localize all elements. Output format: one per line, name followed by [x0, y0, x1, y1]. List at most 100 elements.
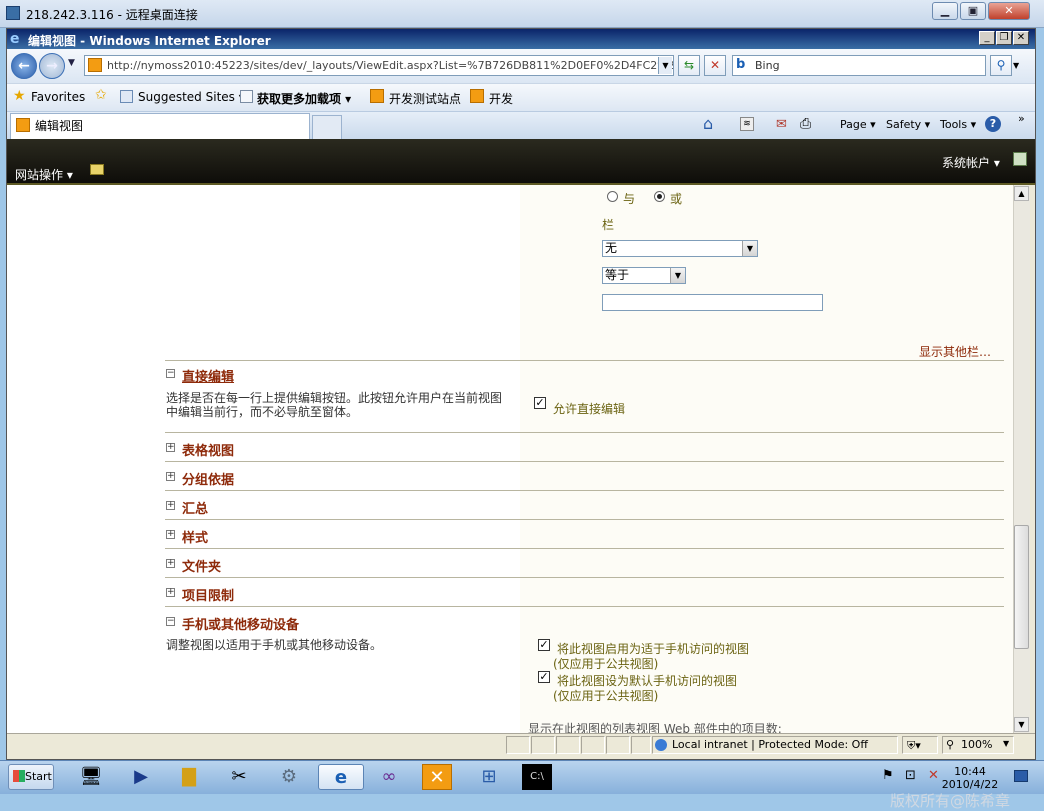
more-addons-link[interactable]: 获取更多加载项 ▾: [257, 90, 351, 107]
vertical-scrollbar[interactable]: [1013, 185, 1030, 733]
divider: [165, 548, 1004, 549]
item-count-text-clip: 显示在此视图的列表视图 Web 部件中的项目数:: [528, 720, 928, 733]
section-group-by[interactable]: 分组依据: [182, 469, 234, 488]
operator-select[interactable]: 等于 ▼: [602, 267, 686, 284]
command-prompt-icon[interactable]: C:\: [522, 764, 552, 790]
new-tab-button[interactable]: [312, 115, 342, 139]
tray-clock[interactable]: 10:44 2010/4/22: [940, 765, 1000, 791]
powershell-icon[interactable]: ▶: [124, 764, 158, 790]
divider: [165, 490, 1004, 491]
toolbox-icon[interactable]: ✕: [422, 764, 452, 790]
tab-edit-view[interactable]: 编辑视图: [10, 113, 310, 139]
ie-close-button[interactable]: ✕: [1013, 31, 1029, 45]
read-mail-icon[interactable]: ✉: [776, 117, 787, 132]
filter-value-input[interactable]: [602, 294, 823, 311]
tab-favicon-icon: [16, 118, 30, 132]
tray-volume-icon[interactable]: ✕: [928, 768, 939, 783]
stop-button[interactable]: ✕: [704, 55, 726, 76]
rdp-restore-button[interactable]: ▣: [960, 2, 986, 20]
allow-inline-edit-checkbox[interactable]: ✓: [534, 397, 546, 409]
and-radio[interactable]: [607, 191, 618, 202]
default-mobile-view-checkbox[interactable]: ✓: [538, 671, 550, 683]
section-folders[interactable]: 文件夹: [182, 556, 221, 575]
dev-test-site-link[interactable]: 开发测试站点: [389, 90, 461, 107]
rdp-minimize-button[interactable]: ▁: [932, 2, 958, 20]
dev-site-link[interactable]: 开发: [489, 90, 513, 107]
security-zone-text: Local intranet | Protected Mode: Off: [672, 738, 868, 751]
zoom-icon: ⚲: [946, 738, 955, 751]
show-more-columns-link[interactable]: 显示其他栏…: [919, 343, 991, 360]
add-favorites-icon[interactable]: ✩: [95, 87, 107, 103]
system-account-menu[interactable]: 系统帐户 ▾: [942, 154, 1000, 171]
desktop-strip: [0, 794, 1044, 810]
services-gear-icon[interactable]: ⚙: [272, 764, 306, 790]
scroll-up-button[interactable]: ▲: [1014, 186, 1029, 201]
or-radio[interactable]: [654, 191, 665, 202]
page-menu[interactable]: Page ▾: [840, 118, 876, 131]
network-icon[interactable]: ⊞: [472, 764, 506, 790]
collapse-icon[interactable]: −: [166, 369, 175, 378]
site-actions-menu[interactable]: 网站操作 ▾: [15, 166, 73, 183]
status-cell: [581, 736, 605, 754]
expand-icon[interactable]: +: [166, 443, 175, 452]
back-button[interactable]: ←: [11, 53, 37, 79]
admin-tools-icon[interactable]: ✂: [222, 764, 256, 790]
zoom-level[interactable]: 100%: [961, 738, 992, 751]
expand-icon[interactable]: +: [166, 530, 175, 539]
scroll-thumb[interactable]: [1014, 525, 1029, 649]
server-manager-icon[interactable]: 🖥: [74, 764, 108, 790]
section-item-limit[interactable]: 项目限制: [182, 585, 234, 604]
refresh-button[interactable]: ⇆: [678, 55, 700, 76]
scroll-down-button[interactable]: ▼: [1014, 717, 1029, 732]
search-input[interactable]: Bing: [732, 55, 986, 76]
inline-edit-heading[interactable]: 直接编辑: [182, 366, 234, 385]
expand-icon[interactable]: +: [166, 588, 175, 597]
home-icon[interactable]: ⌂: [703, 114, 713, 133]
show-desktop-icon[interactable]: [1014, 770, 1028, 782]
divider: [165, 577, 1004, 578]
address-dropdown-icon[interactable]: ▼: [658, 57, 672, 74]
help-icon[interactable]: ?: [985, 116, 1001, 132]
favorites-star-icon: ★: [13, 88, 26, 104]
explorer-folder-icon[interactable]: ▇: [172, 764, 206, 790]
mobile-heading[interactable]: 手机或其他移动设备: [182, 614, 299, 633]
rdp-close-button[interactable]: ✕: [988, 2, 1030, 20]
user-presence-icon[interactable]: [1013, 152, 1027, 166]
internet-explorer-icon[interactable]: e: [318, 764, 364, 790]
windows-logo-icon: [13, 770, 25, 782]
feeds-icon[interactable]: ≋: [740, 117, 754, 131]
dev-site-icon: [470, 89, 484, 103]
favorites-button[interactable]: Favorites: [31, 90, 85, 104]
expand-icon[interactable]: +: [166, 559, 175, 568]
section-grid-view[interactable]: 表格视图: [182, 440, 234, 459]
zoom-dropdown-icon[interactable]: ▼: [1003, 739, 1009, 748]
field-select[interactable]: 无 ▼: [602, 240, 758, 257]
address-input[interactable]: http://nymoss2010:45223/sites/dev/_layou…: [84, 55, 674, 76]
ie-restore-button[interactable]: ❐: [996, 31, 1012, 45]
tray-network-icon[interactable]: ⊡: [905, 768, 916, 783]
suggested-sites-link[interactable]: Suggested Sites ▾: [138, 90, 245, 104]
clock-time: 10:44: [954, 765, 986, 778]
print-icon[interactable]: ⎙: [800, 116, 811, 132]
expand-icon[interactable]: +: [166, 472, 175, 481]
section-style[interactable]: 样式: [182, 527, 208, 546]
expand-icon[interactable]: +: [166, 501, 175, 510]
collapse-icon[interactable]: −: [166, 617, 175, 626]
navigate-up-icon[interactable]: [90, 164, 104, 175]
mobile-view-checkbox[interactable]: ✓: [538, 639, 550, 651]
tray-flag-icon[interactable]: ⚑: [882, 768, 894, 783]
tools-menu[interactable]: Tools ▾: [940, 118, 976, 131]
divider: [165, 519, 1004, 520]
sharepoint-top-bar: [7, 139, 1035, 185]
search-options-icon[interactable]: ▼: [1013, 55, 1025, 76]
ie-minimize-button[interactable]: _: [979, 31, 995, 45]
safety-menu[interactable]: Safety ▾: [886, 118, 930, 131]
search-icon[interactable]: ⚲: [990, 55, 1012, 76]
visual-studio-icon[interactable]: ∞: [372, 764, 406, 790]
toolbar-overflow-icon[interactable]: »: [1018, 112, 1025, 125]
section-totals[interactable]: 汇总: [182, 498, 208, 517]
forward-button[interactable]: →: [39, 53, 65, 79]
chevron-down-icon: ▼: [670, 268, 685, 283]
history-dropdown-icon[interactable]: ▼: [68, 58, 75, 68]
watermark: 版权所有@陈希章: [890, 792, 1011, 810]
